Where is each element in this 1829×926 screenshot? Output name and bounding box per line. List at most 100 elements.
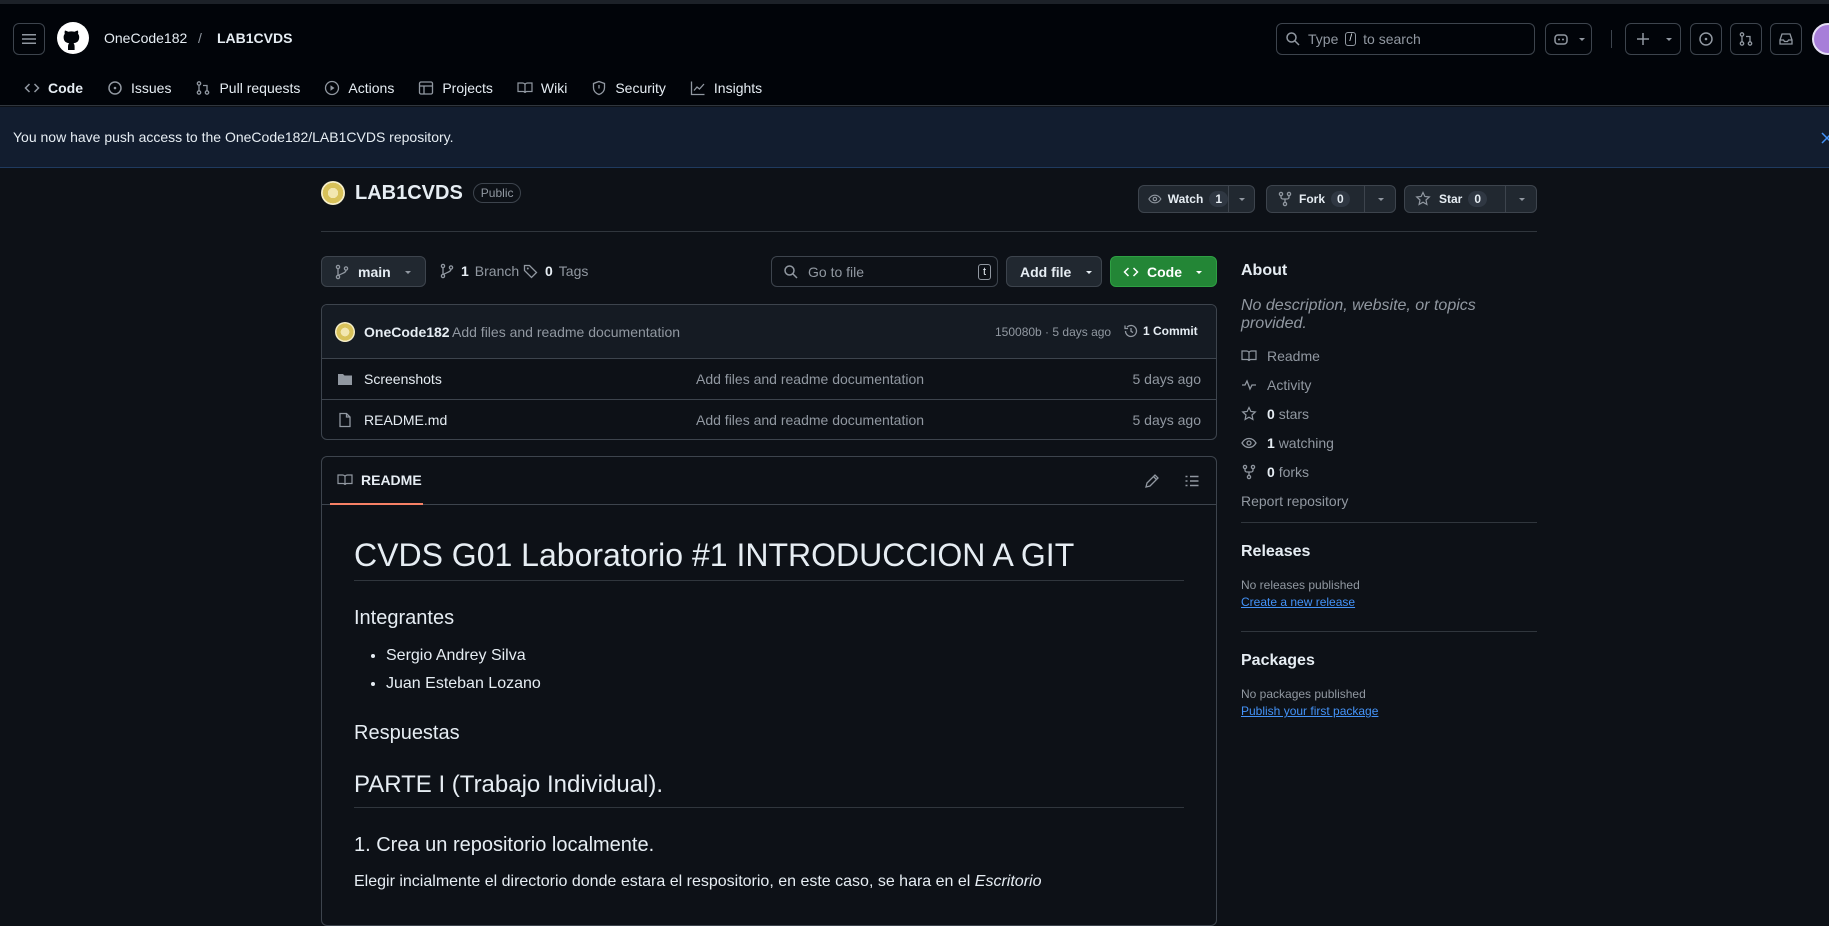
tab-label: Projects — [442, 80, 493, 96]
create-release-link[interactable]: Create a new release — [1241, 595, 1355, 609]
readme-tab-underline — [330, 503, 423, 505]
repo-name[interactable]: LAB1CVDS — [355, 182, 463, 205]
tab-insights[interactable]: Insights — [678, 66, 774, 110]
star-icon — [1241, 405, 1257, 421]
add-file-label: Add file — [1020, 263, 1072, 280]
commits-count: 1 Commit — [1143, 324, 1198, 338]
table-icon — [419, 81, 434, 95]
watching-link[interactable]: 1 watching — [1241, 428, 1537, 457]
search-icon — [1286, 32, 1300, 46]
readme-link[interactable]: Readme — [1241, 341, 1537, 370]
list-icon[interactable] — [1184, 473, 1200, 489]
packages-title[interactable]: Packages — [1241, 652, 1537, 670]
tags-count: 0 — [545, 263, 553, 279]
releases-title[interactable]: Releases — [1241, 543, 1537, 561]
commit-author-avatar[interactable] — [335, 322, 355, 342]
inbox-button[interactable] — [1770, 23, 1802, 55]
hamburger-icon — [22, 34, 36, 44]
table-row[interactable]: README.md Add files and readme documenta… — [322, 399, 1216, 439]
list-item: Sergio Andrey Silva — [386, 642, 1184, 670]
file-commit-message[interactable]: Add files and readme documentation — [696, 412, 924, 428]
file-name[interactable]: Screenshots — [364, 371, 442, 387]
fork-icon — [1278, 191, 1292, 207]
commit-message[interactable]: Add files and readme documentation — [452, 324, 680, 340]
chevron-down-icon[interactable] — [1517, 194, 1527, 204]
book-icon — [1241, 349, 1257, 361]
branch-selector[interactable]: main — [321, 256, 426, 287]
pull-request-icon — [1739, 32, 1753, 46]
file-age: 5 days ago — [1132, 371, 1202, 387]
chevron-down-icon[interactable] — [1237, 194, 1247, 204]
copilot-button[interactable] — [1545, 23, 1592, 55]
file-name[interactable]: README.md — [364, 412, 447, 428]
user-avatar[interactable] — [1812, 23, 1829, 55]
breadcrumb-owner[interactable]: OneCode182 — [104, 30, 187, 46]
file-list: OneCode182 Add files and readme document… — [321, 304, 1217, 440]
breadcrumb-separator: / — [198, 30, 202, 46]
readme-title: CVDS G01 Laboratorio #1 INTRODUCCION A G… — [354, 537, 1184, 581]
readme-body: CVDS G01 Laboratorio #1 INTRODUCCION A G… — [354, 537, 1184, 891]
tab-projects[interactable]: Projects — [406, 66, 505, 110]
create-new-button[interactable] — [1625, 23, 1681, 55]
readme-tab-label: README — [361, 472, 422, 488]
branch-icon — [335, 264, 349, 279]
file-commit-message[interactable]: Add files and readme documentation — [696, 371, 924, 387]
chevron-down-icon — [1196, 270, 1202, 274]
code-button[interactable]: Code — [1110, 256, 1217, 287]
tab-readme[interactable]: README — [337, 472, 422, 488]
owner-avatar[interactable] — [321, 181, 345, 205]
issue-icon — [1699, 32, 1713, 46]
watch-label: Watch — [1167, 192, 1204, 206]
add-file-button[interactable]: Add file — [1006, 256, 1102, 287]
chevron-down-icon — [1579, 38, 1585, 41]
eye-icon — [1148, 194, 1162, 204]
code-icon — [1123, 266, 1139, 277]
graph-icon — [690, 81, 705, 96]
tab-actions[interactable]: Actions — [312, 66, 406, 110]
tab-code[interactable]: Code — [12, 66, 95, 111]
branches-link[interactable]: 1 Branch — [439, 263, 519, 279]
commit-meta[interactable]: 150080b · 5 days ago — [995, 325, 1111, 339]
readme-header: README — [322, 457, 1216, 505]
stars-link[interactable]: 0 stars — [1241, 399, 1537, 428]
close-icon[interactable] — [1821, 132, 1829, 144]
tab-pull-requests[interactable]: Pull requests — [183, 66, 312, 110]
issues-button[interactable] — [1690, 23, 1722, 55]
tab-label: Actions — [348, 80, 395, 96]
watching-count: 1 — [1267, 434, 1275, 451]
commit-author[interactable]: OneCode182 — [364, 324, 450, 340]
shield-icon — [593, 80, 606, 96]
forks-link[interactable]: 0 forks — [1241, 457, 1537, 486]
readme-heading-respuestas: Respuestas — [354, 722, 460, 744]
folder-icon — [338, 374, 352, 385]
menu-button[interactable] — [13, 23, 45, 55]
tags-link[interactable]: 0 Tags — [523, 263, 588, 279]
fork-count: 0 — [1331, 191, 1350, 207]
tab-wiki[interactable]: Wiki — [505, 66, 579, 110]
watch-button[interactable]: Watch 1 — [1138, 185, 1255, 213]
go-to-file-input[interactable]: Go to file t — [771, 256, 998, 287]
fork-icon — [1242, 464, 1256, 479]
stars-label: stars — [1278, 405, 1310, 422]
fork-button[interactable]: Fork 0 — [1266, 185, 1396, 213]
tab-security[interactable]: Security — [579, 66, 678, 110]
inbox-icon — [1779, 33, 1793, 45]
activity-link[interactable]: Activity — [1241, 370, 1537, 399]
activity-link-label: Activity — [1267, 376, 1312, 393]
search-input[interactable]: Type / to search — [1276, 23, 1535, 55]
star-button[interactable]: Star 0 — [1404, 185, 1537, 213]
banner-text: You now have push access to the OneCode1… — [13, 129, 454, 145]
star-icon — [1415, 191, 1431, 206]
visibility-badge: Public — [472, 183, 522, 203]
table-row[interactable]: Screenshots Add files and readme documen… — [322, 358, 1216, 399]
github-logo-icon[interactable] — [57, 22, 89, 54]
chevron-down-icon[interactable] — [1376, 194, 1386, 204]
report-repository-link[interactable]: Report repository — [1241, 486, 1537, 515]
publish-package-link[interactable]: Publish your first package — [1241, 704, 1378, 718]
breadcrumb-repo[interactable]: LAB1CVDS — [217, 30, 292, 46]
commits-link[interactable]: 1 Commit — [1123, 323, 1198, 339]
pencil-icon[interactable] — [1144, 473, 1160, 489]
pull-requests-button[interactable] — [1730, 23, 1762, 55]
code-icon — [24, 83, 40, 93]
tab-issues[interactable]: Issues — [95, 66, 183, 110]
